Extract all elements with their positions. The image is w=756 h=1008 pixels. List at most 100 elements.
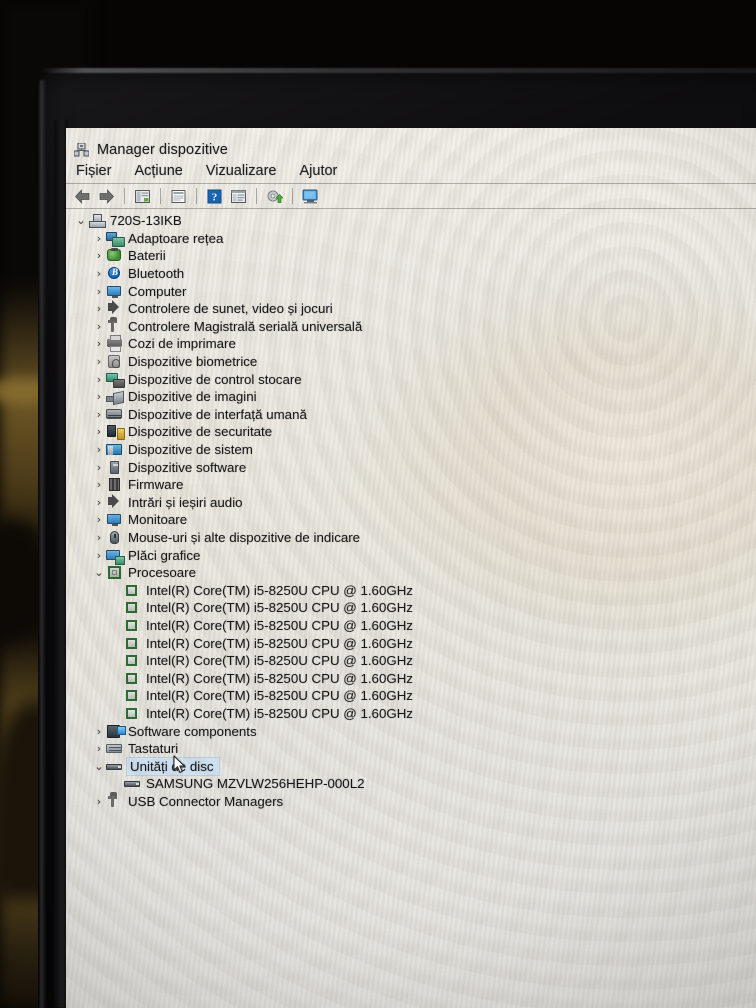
tree-item-label: Dispozitive software [128, 459, 247, 475]
tree-item-processor[interactable]: Intel(R) Core(TM) i5-8250U CPU @ 1.60GHz [66, 617, 756, 635]
disk-drive-icon [106, 759, 123, 774]
tree-item-dispozitive-imagini[interactable]: › Dispozitive de imagini [66, 388, 756, 406]
chevron-right-icon[interactable]: › [92, 444, 106, 455]
menu-ajutor[interactable]: Ajutor [300, 163, 338, 179]
menubar: Fișier Acțiune Vizualizare Ajutor [66, 159, 756, 183]
menu-fisier[interactable]: Fișier [76, 163, 111, 179]
tree-item-adaptoare-retea[interactable]: › Adaptoare rețea [66, 230, 756, 248]
monitor-icon [106, 512, 123, 527]
tree-item-processor[interactable]: Intel(R) Core(TM) i5-8250U CPU @ 1.60GHz [66, 652, 756, 670]
chevron-right-icon[interactable]: › [92, 250, 106, 261]
chevron-right-icon[interactable]: › [92, 532, 106, 543]
toolbar-properties[interactable] [168, 187, 189, 206]
tree-item-label: Cozi de imprimare [128, 336, 236, 352]
tree-item-processor[interactable]: Intel(R) Core(TM) i5-8250U CPU @ 1.60GHz [66, 599, 756, 617]
chevron-right-icon[interactable]: › [92, 356, 106, 367]
tree-item-dispozitive-sistem[interactable]: › Dispozitive de sistem [66, 441, 756, 459]
laptop-lid-highlight [40, 68, 756, 73]
tree-item-label: Intel(R) Core(TM) i5-8250U CPU @ 1.60GHz [146, 653, 413, 669]
chevron-right-icon[interactable]: › [92, 391, 106, 402]
chevron-right-icon[interactable]: › [92, 303, 106, 314]
tree-item-software-components[interactable]: › Software components [66, 722, 756, 740]
tree-item-mouse-uri[interactable]: › Mouse-uri și alte dispozitive de indic… [66, 529, 756, 547]
chevron-right-icon[interactable]: › [92, 462, 106, 473]
chevron-right-icon[interactable]: › [92, 514, 106, 525]
chevron-right-icon[interactable]: › [92, 268, 106, 279]
tree-item-processor[interactable]: Intel(R) Core(TM) i5-8250U CPU @ 1.60GHz [66, 669, 756, 687]
tree-item-placi-grafice[interactable]: › Plăci grafice [66, 546, 756, 565]
tree-item-samsung-disk[interactable]: SAMSUNG MZVLW256HEHP-000L2 [66, 775, 756, 793]
menu-vizualizare[interactable]: Vizualizare [206, 163, 277, 179]
chevron-right-icon[interactable]: › [92, 726, 106, 737]
audio-io-icon [106, 493, 123, 510]
tree-item-computer[interactable]: › Computer [66, 282, 756, 300]
disk-drive-icon [124, 776, 141, 791]
tree-item-dispozitive-biometrice[interactable]: › Dispozitive biometrice [66, 353, 756, 371]
tree-item-processor[interactable]: Intel(R) Core(TM) i5-8250U CPU @ 1.60GHz [66, 705, 756, 723]
chevron-right-icon[interactable]: › [92, 479, 106, 490]
chevron-down-icon[interactable]: ⌄ [92, 761, 106, 772]
toolbar-forward[interactable] [96, 187, 117, 206]
toolbar-help[interactable]: ? [204, 187, 225, 206]
chevron-right-icon[interactable]: › [92, 338, 106, 349]
usb-connector-icon [106, 791, 123, 809]
tree-item-processor[interactable]: Intel(R) Core(TM) i5-8250U CPU @ 1.60GHz [66, 634, 756, 652]
processor-child-icon [124, 706, 141, 721]
toolbar-scan-hardware[interactable] [300, 187, 321, 206]
processor-icon [106, 565, 123, 580]
tree-item-label: Dispozitive de interfață umană [128, 406, 307, 422]
chevron-right-icon[interactable]: › [92, 550, 106, 561]
tree-item-bluetooth[interactable]: › Bluetooth [66, 265, 756, 283]
tree-item-label: Controlere Magistrală serială universală [128, 318, 363, 334]
processor-child-icon [124, 600, 141, 615]
tree-item-label: Intrări și ieșiri audio [128, 494, 243, 510]
tree-item-processor[interactable]: Intel(R) Core(TM) i5-8250U CPU @ 1.60GHz [66, 687, 756, 705]
chevron-right-icon[interactable]: › [92, 233, 106, 244]
chevron-right-icon[interactable]: › [92, 286, 106, 297]
menu-actiune[interactable]: Acțiune [134, 163, 182, 179]
tree-item-control-stocare[interactable]: › Dispozitive de control stocare [66, 370, 756, 388]
tree-item-label: Dispozitive de control stocare [128, 371, 302, 387]
tree-item-baterii[interactable]: › Baterii [66, 247, 756, 265]
chevron-right-icon[interactable]: › [92, 796, 106, 807]
chevron-down-icon[interactable]: ⌄ [74, 215, 88, 226]
tree-item-procesoare[interactable]: ⌄ Procesoare [66, 564, 756, 582]
chevron-right-icon[interactable]: › [92, 374, 106, 385]
processor-child-icon [124, 583, 141, 598]
toolbar-back[interactable] [72, 187, 93, 206]
chevron-right-icon[interactable]: › [92, 426, 106, 437]
tree-root-node[interactable]: ⌄ 720S-13IKB [66, 212, 756, 230]
tree-item-label: Unități de disc [127, 757, 219, 775]
chevron-right-icon[interactable]: › [92, 409, 106, 420]
tree-item-interfata-umana[interactable]: › Dispozitive de interfață umană [66, 406, 756, 424]
device-manager-icon [73, 142, 90, 157]
toolbar-console-tree[interactable] [132, 187, 153, 206]
tree-item-dispozitive-software[interactable]: › Dispozitive software [66, 458, 756, 476]
chevron-right-icon[interactable]: › [92, 497, 106, 508]
tree-item-controlere-usb[interactable]: › Controlere Magistrală serială universa… [66, 316, 756, 336]
tree-item-label: Controlere de sunet, video și jocuri [128, 301, 333, 317]
toolbar-separator-3 [196, 188, 197, 204]
tree-item-label: Firmware [128, 477, 184, 493]
tree-item-tastaturi[interactable]: › Tastaturi [66, 740, 756, 758]
chevron-right-icon[interactable]: › [92, 321, 106, 332]
toolbar-update-driver[interactable] [264, 187, 285, 206]
chevron-right-icon[interactable]: › [92, 743, 106, 754]
tree-item-unitati-de-disc[interactable]: ⌄ Unități de disc [66, 757, 756, 775]
processor-child-icon [124, 636, 141, 651]
tree-item-usb-connector-managers[interactable]: › USB Connector Managers [66, 791, 756, 811]
tree-item-processor[interactable]: Intel(R) Core(TM) i5-8250U CPU @ 1.60GHz [66, 581, 756, 599]
tree-item-label: Intel(R) Core(TM) i5-8250U CPU @ 1.60GHz [146, 600, 413, 616]
tree-item-monitoare[interactable]: › Monitoare [66, 511, 756, 529]
tree-item-firmware[interactable]: › Firmware [66, 476, 756, 494]
toolbar-view[interactable] [228, 187, 249, 206]
tree-item-label: Adaptoare rețea [128, 230, 224, 246]
tree-item-label: Software components [128, 723, 257, 739]
tree-item-dispozitive-securitate[interactable]: › Dispozitive de securitate [66, 423, 756, 441]
tree-item-label: Intel(R) Core(TM) i5-8250U CPU @ 1.60GHz [146, 688, 413, 704]
chevron-down-icon[interactable]: ⌄ [92, 567, 106, 578]
photo-scene: Manager dispozitive Fișier Acțiune Vizua… [0, 0, 756, 1008]
tree-item-controlere-sunet[interactable]: › Controlere de sunet, video și jocuri [66, 300, 756, 318]
tree-item-cozi-imprimare[interactable]: › Cozi de imprimare [66, 335, 756, 353]
tree-item-intrari-iesiri-audio[interactable]: › Intrări și ieșiri audio [66, 493, 756, 512]
